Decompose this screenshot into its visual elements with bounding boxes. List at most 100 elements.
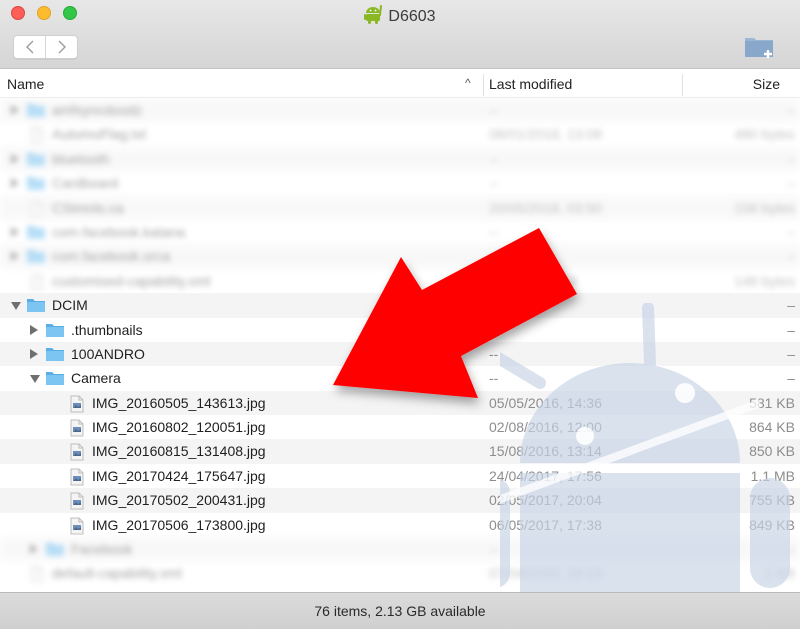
item-size: – [787, 370, 795, 387]
item-name: IMG_20170502_200431.jpg [92, 492, 266, 509]
disclosure-triangle-collapsed-icon[interactable] [30, 348, 38, 359]
image-file-icon [70, 443, 84, 464]
window-title: D6603 [0, 4, 800, 30]
window-title-text: D6603 [388, 8, 436, 25]
image-file-icon [70, 517, 84, 538]
item-name: com.facebook.orca [52, 248, 171, 265]
item-size: – [787, 102, 795, 118]
file-list[interactable]: amfsyncdoodz -- – AutomoFlag.txt 08/01/2018,… [0, 98, 800, 592]
folder-row[interactable]: 100ANDRO -- – [0, 341, 800, 367]
file-row[interactable]: IMG_20160802_120051.jpg 02/08/2016, 12:00… [0, 415, 800, 439]
folder-icon [26, 175, 46, 194]
item-size: – [787, 297, 795, 314]
item-name: Camera [71, 370, 121, 387]
item-last-modified: 06/05/2017, 17:38 [489, 516, 602, 533]
disclosure-triangle-expanded-icon[interactable] [30, 375, 40, 384]
disclosure-triangle-collapsed-icon[interactable] [11, 226, 19, 237]
column-divider[interactable] [483, 74, 484, 96]
item-size: – [787, 150, 795, 167]
column-divider[interactable] [682, 74, 683, 96]
column-header-name[interactable]: Name [7, 76, 44, 92]
disclosure-triangle-collapsed-icon[interactable] [30, 324, 38, 335]
folder-row[interactable]: Cardboard -- – [0, 171, 800, 195]
item-name: com.facebook.katana [52, 223, 186, 240]
android-icon [364, 4, 383, 30]
disclosure-triangle-expanded-icon[interactable] [11, 302, 21, 311]
item-size: – [787, 321, 795, 338]
folder-icon [45, 322, 65, 341]
disclosure-triangle-collapsed-icon[interactable] [11, 178, 19, 189]
item-size: 158 bytes [734, 199, 795, 216]
column-header-size[interactable]: Size [753, 76, 780, 92]
document-file-icon [30, 126, 44, 147]
folder-icon [45, 346, 65, 365]
title-bar: D6603 [0, 0, 800, 69]
folder-row[interactable]: Facebook -- – [0, 537, 800, 562]
item-name: customised-capability.xml [52, 272, 211, 289]
folder-icon [26, 297, 46, 316]
folder-row[interactable]: DCIM – [0, 293, 800, 318]
folder-icon [26, 224, 46, 243]
new-folder-button[interactable] [744, 34, 776, 60]
item-last-modified: 07/04/2020, 16:19 [489, 565, 602, 582]
file-row[interactable]: IMG_20170502_200431.jpg 02/05/2017, 20:04… [0, 488, 800, 513]
document-file-icon [30, 273, 44, 294]
folder-icon [45, 370, 65, 389]
sort-ascending-icon[interactable]: ^ [465, 76, 471, 90]
document-file-icon [30, 565, 44, 586]
item-size: 849 KB [749, 516, 795, 533]
item-name: IMG_20170506_173800.jpg [92, 516, 266, 533]
chevron-right-icon [58, 40, 66, 54]
folder-row[interactable]: bluetooth -- – [0, 146, 800, 172]
file-row[interactable]: default-capability.xml 07/04/2020, 16:19 1… [0, 561, 800, 585]
disclosure-triangle-collapsed-icon[interactable] [30, 544, 38, 555]
item-size: 148 bytes [734, 272, 795, 289]
status-bar: 76 items, 2.13 GB available [0, 592, 800, 629]
file-row[interactable]: CStmnls.ca 20/05/2018, 03:50 158 bytes [0, 195, 800, 221]
new-folder-icon [745, 38, 773, 58]
folder-row[interactable]: amfsyncdoodz -- – [0, 98, 800, 123]
item-last-modified: 15/08/2016, 13:14 [489, 443, 602, 460]
folder-row[interactable]: Camera -- – [0, 366, 800, 390]
document-file-icon [30, 200, 44, 221]
disclosure-triangle-collapsed-icon[interactable] [11, 105, 19, 115]
item-size: – [787, 345, 795, 362]
item-name: Facebook [71, 541, 133, 558]
item-size: – [787, 175, 795, 192]
file-row[interactable]: AutomoFlag.txt 08/01/2018, 13:08 480 bytes [0, 122, 800, 146]
disclosure-triangle-collapsed-icon[interactable] [11, 153, 19, 164]
item-last-modified: -- [489, 541, 499, 558]
file-row[interactable]: IMG_20170424_175647.jpg 24/04/2017, 17:56… [0, 464, 800, 488]
item-last-modified: 20/05/2018, 03:50 [489, 199, 602, 216]
image-file-icon [70, 419, 84, 440]
item-last-modified: -- [489, 150, 499, 167]
file-row[interactable]: customised-capability.xml --/--/----, 16:… [0, 269, 800, 293]
folder-row[interactable]: com.facebook.orca -- – [0, 244, 800, 269]
image-file-icon [70, 492, 84, 513]
disclosure-triangle-collapsed-icon[interactable] [11, 251, 19, 262]
back-button[interactable] [14, 36, 45, 58]
navigation-buttons [13, 35, 78, 59]
item-last-modified: 02/05/2017, 20:04 [489, 492, 602, 509]
item-last-modified: -- [489, 175, 499, 192]
item-name: 100ANDRO [71, 345, 145, 362]
item-size: 864 KB [749, 419, 795, 436]
folder-row[interactable]: com.facebook.katana -- – [0, 220, 800, 244]
item-last-modified: 02/08/2016, 12:00 [489, 419, 602, 436]
item-last-modified: -- [489, 248, 499, 265]
chevron-left-icon [25, 40, 33, 54]
item-size: 755 KB [749, 492, 795, 509]
item-size: – [787, 541, 795, 558]
folder-icon [45, 541, 65, 560]
file-row[interactable]: IMG_20170506_173800.jpg 06/05/2017, 17:38… [0, 513, 800, 537]
folder-row[interactable]: .thumbnails – [0, 318, 800, 342]
image-file-icon [70, 468, 84, 489]
item-size: – [787, 223, 795, 240]
item-size: 581 KB [749, 394, 795, 411]
folder-icon [26, 248, 46, 267]
file-row[interactable]: IMG_20160505_143613.jpg 05/05/2016, 14:36… [0, 390, 800, 416]
forward-button[interactable] [45, 36, 77, 58]
column-header-last-modified[interactable]: Last modified [489, 76, 572, 92]
file-row[interactable]: IMG_20160815_131408.jpg 15/08/2016, 13:14… [0, 439, 800, 464]
status-text: 76 items, 2.13 GB available [314, 603, 486, 619]
